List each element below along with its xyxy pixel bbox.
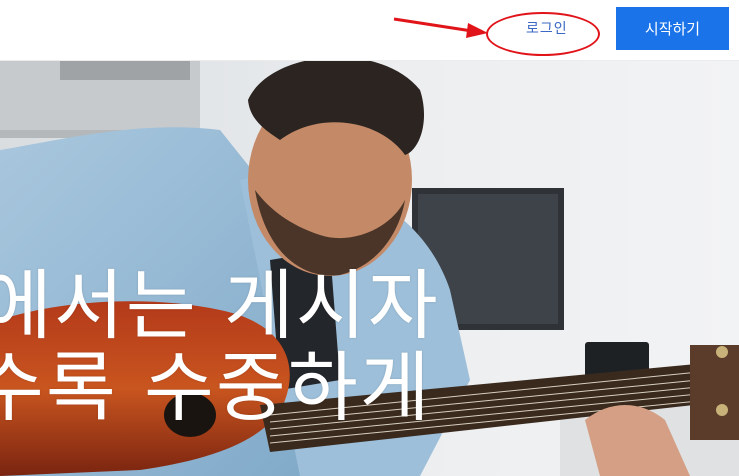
hero-headline-line2: 수록 수중하게 — [0, 343, 432, 432]
annotation-arrow-icon — [393, 17, 488, 38]
hero-headline-line1: 에서는 게시자 — [0, 261, 440, 350]
login-link[interactable]: 로그인 — [526, 18, 568, 38]
start-button[interactable]: 시작하기 — [616, 7, 729, 50]
top-header: 로그인 시작하기 — [0, 0, 739, 61]
page: 로그인 시작하기 에서는 게시자 수록 수중하게 — [0, 0, 739, 476]
